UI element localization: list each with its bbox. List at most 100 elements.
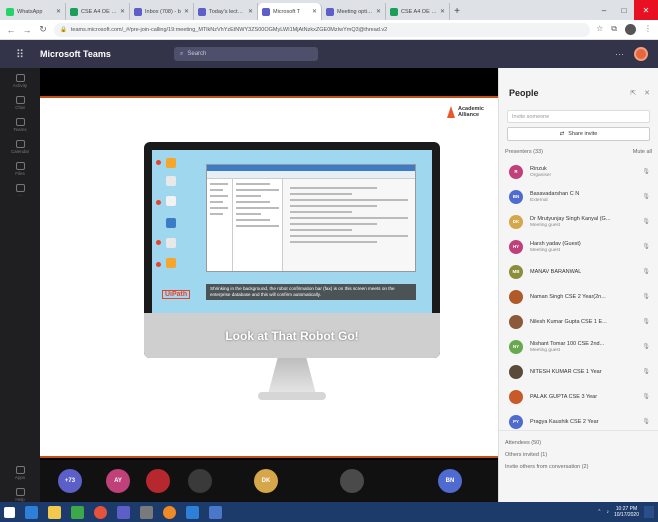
close-window-button[interactable]: ✕ (634, 0, 658, 20)
people-panel-footer: Attendees (50) Others invited (1) Invite… (499, 430, 658, 502)
rail-item[interactable]: Help (0, 488, 40, 502)
tab-label: Inbox (708) - b (145, 8, 181, 15)
participant-row[interactable]: HY Harsh yadav (Guest) Meeting guest 🎙 (499, 234, 658, 259)
volume-icon[interactable]: ♪ (606, 509, 609, 515)
browser-tab-bar: WhatsApp✕CSE A4 OE Rec✕Inbox (708) - b✕T… (0, 0, 658, 20)
rail-item[interactable]: Chat (0, 96, 40, 110)
presenters-section-header[interactable]: Presenters (33) Mute all (505, 149, 652, 155)
participant-row[interactable]: Nilesh Kumar Gupta CSE 1 E... 🎙 (499, 309, 658, 334)
edge-browser-icon[interactable] (25, 505, 38, 519)
participant-tile[interactable]: +73 (58, 469, 82, 493)
browser-tab[interactable]: WhatsApp ✕ (2, 3, 66, 20)
tab-close-icon[interactable]: ✕ (248, 8, 253, 15)
share-invite-button[interactable]: ⇄ Share invite (507, 127, 650, 141)
others-invited-section[interactable]: Others invited (1) (499, 449, 658, 461)
attendees-section[interactable]: Attendees (50) (499, 437, 658, 449)
logo-text: Academic Alliance (458, 106, 484, 118)
teams-app-icon[interactable] (117, 505, 130, 519)
new-tab-button[interactable]: + (450, 3, 464, 20)
browser-tab[interactable]: CSE A4 OE Rec✕ (66, 3, 130, 20)
lock-icon: 🔒 (60, 26, 67, 33)
participant-role: Meeting guest (530, 347, 561, 353)
mic-icon: 🎙 (642, 344, 650, 350)
participant-tile[interactable]: DK (254, 469, 278, 493)
tab-close-icon[interactable]: ✕ (56, 8, 61, 15)
mic-icon: 🎙 (642, 419, 650, 425)
teams-icon (15, 118, 25, 126)
browser-tab[interactable]: Inbox (708) - b ✕ (130, 3, 194, 20)
participant-tile[interactable]: AY (106, 469, 130, 493)
tab-close-icon[interactable]: ✕ (184, 8, 189, 15)
start-windows-icon[interactable] (4, 506, 15, 518)
profile-avatar[interactable] (625, 24, 636, 35)
tab-favicon-icon (198, 7, 206, 16)
popout-icon[interactable]: ⇱ (630, 89, 636, 97)
browser-tab[interactable]: CSE A4 OE Rec✕ (386, 3, 450, 20)
rail-item[interactable]: Teams (0, 118, 40, 132)
participant-info: Harsh yadav (Guest) Meeting guest (530, 241, 642, 253)
store-app-icon[interactable] (71, 505, 84, 519)
tab-favicon-icon (262, 7, 270, 16)
url-field[interactable]: 🔒 teams.microsoft.com/_#/pre-join-callin… (54, 22, 591, 37)
participant-row[interactable]: NITESH KUMAR CSE 1 Year 🎙 (499, 359, 658, 384)
participant-row[interactable]: R Rinzuk Organiser 🎙 (499, 159, 658, 184)
search-input[interactable]: ⌕ Search (174, 47, 318, 61)
rail-item[interactable]: ··· (0, 184, 40, 198)
mic-icon: 🎙 (642, 169, 650, 175)
maximize-button[interactable]: □ (614, 0, 634, 20)
academic-alliance-logo: Academic Alliance (447, 106, 484, 118)
rail-item[interactable]: Activity (0, 74, 40, 88)
rail-item-label: Apps (14, 475, 26, 480)
participant-row[interactable]: NY Nishant Tomar 100 CSE 2nd... Meeting gu… (499, 334, 658, 359)
url-text: teams.microsoft.com/_#/pre-join-calling/… (70, 26, 388, 33)
app-icon[interactable] (140, 505, 153, 519)
mic-icon: 🎙 (642, 394, 650, 400)
invite-someone-input[interactable]: Invite someone (507, 110, 650, 123)
participant-row[interactable]: PALAK GUPTA CSE 3 Year 🎙 (499, 384, 658, 409)
user-avatar[interactable] (634, 47, 648, 61)
participant-tile[interactable] (340, 469, 364, 493)
more-options-button[interactable]: ··· (615, 49, 624, 59)
rail-item[interactable]: Apps (0, 466, 40, 480)
participant-row[interactable]: DK Dr Mrutyunjay Singh Kanyal (G... Meetin… (499, 209, 658, 234)
network-icon[interactable]: ⌃ (597, 509, 601, 515)
invite-suggestions-section[interactable]: Invite others from conversation (2) (499, 461, 658, 473)
file-explorer-icon[interactable] (48, 505, 61, 519)
browser-tab[interactable]: Today's lecture ✕ (194, 3, 258, 20)
app-icon[interactable] (186, 505, 199, 519)
minimize-button[interactable]: – (594, 0, 614, 20)
logo-line-2: Alliance (458, 112, 480, 118)
windows-taskbar: ⌃ ♪ 10:27 PM 10/17/2020 (0, 502, 658, 522)
tab-close-icon[interactable]: ✕ (376, 8, 381, 15)
close-panel-icon[interactable]: ✕ (644, 89, 650, 97)
participant-row[interactable]: BN Basavadarshan C N External 🎙 (499, 184, 658, 209)
participant-row[interactable]: Naman Singh CSE 2 Year(2n... 🎙 (499, 284, 658, 309)
menu-icon[interactable]: ⋮ (644, 24, 652, 35)
back-button[interactable]: ← (6, 25, 16, 35)
browser-tab[interactable]: Microsoft T ✕ (258, 3, 322, 20)
reload-button[interactable]: ↻ (38, 24, 48, 35)
app-launcher-icon[interactable]: ⠿ (0, 48, 40, 61)
participant-tile[interactable]: BN (438, 469, 462, 493)
rail-item[interactable]: Calendar (0, 140, 40, 154)
mute-all-button[interactable]: Mute all (633, 149, 652, 155)
tab-close-icon[interactable]: ✕ (440, 8, 445, 15)
forward-button[interactable]: → (22, 25, 32, 35)
participant-row[interactable]: MB MANAV BARANWAL 🎙 (499, 259, 658, 284)
participant-tile[interactable] (146, 469, 170, 493)
mic-icon: 🎙 (642, 369, 650, 375)
media-app-icon[interactable] (163, 505, 176, 519)
word-app-icon[interactable] (209, 505, 222, 519)
browser-tab[interactable]: Meeting options ✕ (322, 3, 386, 20)
app-name: Microsoft Teams (40, 49, 111, 59)
uipath-logo: UiPath (162, 290, 191, 299)
notifications-icon[interactable] (644, 506, 654, 518)
chrome-browser-icon[interactable] (94, 505, 107, 519)
participant-tile[interactable] (188, 469, 212, 493)
tab-close-icon[interactable]: ✕ (120, 8, 125, 15)
bookmark-star-icon[interactable]: ☆ (596, 24, 603, 35)
clock[interactable]: 10:27 PM 10/17/2020 (614, 506, 639, 518)
rail-item[interactable]: Files (0, 162, 40, 176)
tab-close-icon[interactable]: ✕ (312, 8, 317, 15)
extensions-icon[interactable]: ⧉ (611, 24, 617, 35)
